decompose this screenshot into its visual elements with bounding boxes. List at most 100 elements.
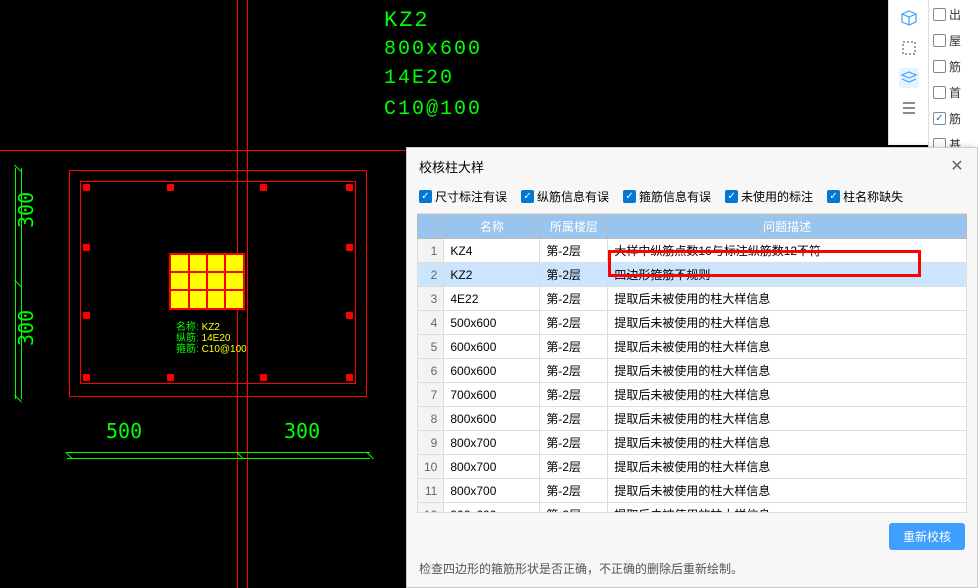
rebar-dot: [83, 312, 90, 319]
table-row[interactable]: 2KZ2第-2层四边形箍筋不规则: [418, 263, 967, 287]
row-desc: 提取后未被使用的柱大样信息: [608, 455, 967, 479]
checkbox-dimension-error[interactable]: ✓尺寸标注有误: [419, 188, 507, 205]
rebar-dot: [346, 244, 353, 251]
row-floor: 第-2层: [540, 503, 608, 514]
dialog-header: 校核柱大样 ✕: [407, 148, 977, 184]
checkbox-unused-label[interactable]: ✓未使用的标注: [725, 188, 813, 205]
row-floor: 第-2层: [540, 455, 608, 479]
row-floor: 第-2层: [540, 359, 608, 383]
rebar-dot: [167, 184, 174, 191]
rebar-dot: [83, 244, 90, 251]
row-floor: 第-2层: [540, 287, 608, 311]
filter-checkbox-row: ✓尺寸标注有误 ✓纵筋信息有误 ✓箍筋信息有误 ✓未使用的标注 ✓柱名称缺失: [407, 184, 977, 213]
dim-text-300-left-1: 300: [14, 192, 38, 228]
row-desc: 提取后未被使用的柱大样信息: [608, 311, 967, 335]
table-row[interactable]: 6600x600第-2层提取后未被使用的柱大样信息: [418, 359, 967, 383]
rebar-dot: [83, 184, 90, 191]
cad-label-size: 800x600: [384, 38, 482, 61]
col-index: [418, 215, 444, 239]
row-index: 4: [418, 311, 444, 335]
layers-icon[interactable]: [899, 68, 919, 88]
table-row[interactable]: 10800x700第-2层提取后未被使用的柱大样信息: [418, 455, 967, 479]
row-desc: 提取后未被使用的柱大样信息: [608, 335, 967, 359]
row-floor: 第-2层: [540, 311, 608, 335]
row-name: 500x600: [444, 311, 540, 335]
close-button[interactable]: ✕: [949, 158, 965, 174]
row-name: 800x600: [444, 407, 540, 431]
row-name: 4E22: [444, 287, 540, 311]
row-desc: 四边形箍筋不规则: [608, 263, 967, 287]
row-name: 900x600: [444, 503, 540, 514]
checkbox-stirrup-error[interactable]: ✓箍筋信息有误: [623, 188, 711, 205]
option-5[interactable]: 筋: [933, 110, 974, 127]
rebar-dot: [260, 184, 267, 191]
checkbox-name-missing[interactable]: ✓柱名称缺失: [827, 188, 903, 205]
option-1[interactable]: 出: [933, 6, 974, 23]
checkbox-rebar-error[interactable]: ✓纵筋信息有误: [521, 188, 609, 205]
dialog-title: 校核柱大样: [419, 157, 484, 176]
table-row[interactable]: 9800x700第-2层提取后未被使用的柱大样信息: [418, 431, 967, 455]
row-desc: 提取后未被使用的柱大样信息: [608, 383, 967, 407]
row-index: 6: [418, 359, 444, 383]
col-name[interactable]: 名称: [444, 215, 540, 239]
dim-text-500: 500: [106, 419, 142, 443]
row-index: 1: [418, 239, 444, 263]
row-index: 9: [418, 431, 444, 455]
rebar-dot: [346, 374, 353, 381]
col-desc[interactable]: 问题描述: [608, 215, 967, 239]
row-floor: 第-2层: [540, 407, 608, 431]
row-name: 600x600: [444, 359, 540, 383]
table-row[interactable]: 8800x600第-2层提取后未被使用的柱大样信息: [418, 407, 967, 431]
rebar-dot: [346, 184, 353, 191]
option-3[interactable]: 筋: [933, 58, 974, 75]
check-column-dialog: 校核柱大样 ✕ ✓尺寸标注有误 ✓纵筋信息有误 ✓箍筋信息有误 ✓未使用的标注 …: [406, 147, 978, 588]
dim-line-bottom-2: [238, 452, 370, 453]
option-2[interactable]: 屋: [933, 32, 974, 49]
table-row[interactable]: 1KZ4第-2层大样中纵筋点数16与标注纵筋数12不符: [418, 239, 967, 263]
dim-line-bottom-1: [67, 452, 238, 453]
cad-label-name: KZ2: [384, 8, 430, 33]
col-floor[interactable]: 所属楼层: [540, 215, 608, 239]
table-row[interactable]: 34E22第-2层提取后未被使用的柱大样信息: [418, 287, 967, 311]
row-index: 11: [418, 479, 444, 503]
row-desc: 大样中纵筋点数16与标注纵筋数12不符: [608, 239, 967, 263]
table-row[interactable]: 12900x600第-2层提取后未被使用的柱大样信息: [418, 503, 967, 514]
row-desc: 提取后未被使用的柱大样信息: [608, 503, 967, 514]
option-4[interactable]: 首: [933, 84, 974, 101]
dim-line-bottom-2b: [238, 458, 370, 459]
view-toolbar: [888, 0, 928, 145]
table-row[interactable]: 4500x600第-2层提取后未被使用的柱大样信息: [418, 311, 967, 335]
rebar-dot: [83, 374, 90, 381]
row-floor: 第-2层: [540, 383, 608, 407]
row-floor: 第-2层: [540, 239, 608, 263]
list-icon[interactable]: [899, 98, 919, 118]
recheck-button[interactable]: 重新校核: [889, 523, 965, 550]
issues-table-wrapper[interactable]: 名称 所属楼层 问题描述 1KZ4第-2层大样中纵筋点数16与标注纵筋数12不符…: [417, 213, 967, 513]
row-desc: 提取后未被使用的柱大样信息: [608, 359, 967, 383]
cad-label-rebar: 14E20: [384, 67, 454, 90]
row-desc: 提取后未被使用的柱大样信息: [608, 431, 967, 455]
row-index: 8: [418, 407, 444, 431]
dim-text-300-bottom: 300: [284, 419, 320, 443]
highlight-selection-grid: [171, 255, 243, 308]
row-index: 12: [418, 503, 444, 514]
hint-text: 检查四边形的箍筋形状是否正确，不正确的删除后重新绘制。: [419, 560, 965, 577]
table-row[interactable]: 7700x600第-2层提取后未被使用的柱大样信息: [418, 383, 967, 407]
table-row[interactable]: 11800x700第-2层提取后未被使用的柱大样信息: [418, 479, 967, 503]
row-name: KZ4: [444, 239, 540, 263]
cube-icon[interactable]: [899, 8, 919, 28]
row-index: 3: [418, 287, 444, 311]
row-name: 700x600: [444, 383, 540, 407]
table-row[interactable]: 5600x600第-2层提取后未被使用的柱大样信息: [418, 335, 967, 359]
row-index: 10: [418, 455, 444, 479]
row-name: 800x700: [444, 479, 540, 503]
issues-table: 名称 所属楼层 问题描述 1KZ4第-2层大样中纵筋点数16与标注纵筋数12不符…: [417, 214, 967, 513]
row-desc: 提取后未被使用的柱大样信息: [608, 479, 967, 503]
selection-icon[interactable]: [899, 38, 919, 58]
tiny-label-stirrup: 箍筋: C10@100: [176, 340, 247, 355]
rebar-dot: [260, 374, 267, 381]
row-index: 2: [418, 263, 444, 287]
row-name: 800x700: [444, 431, 540, 455]
row-floor: 第-2层: [540, 431, 608, 455]
row-name: 800x700: [444, 455, 540, 479]
